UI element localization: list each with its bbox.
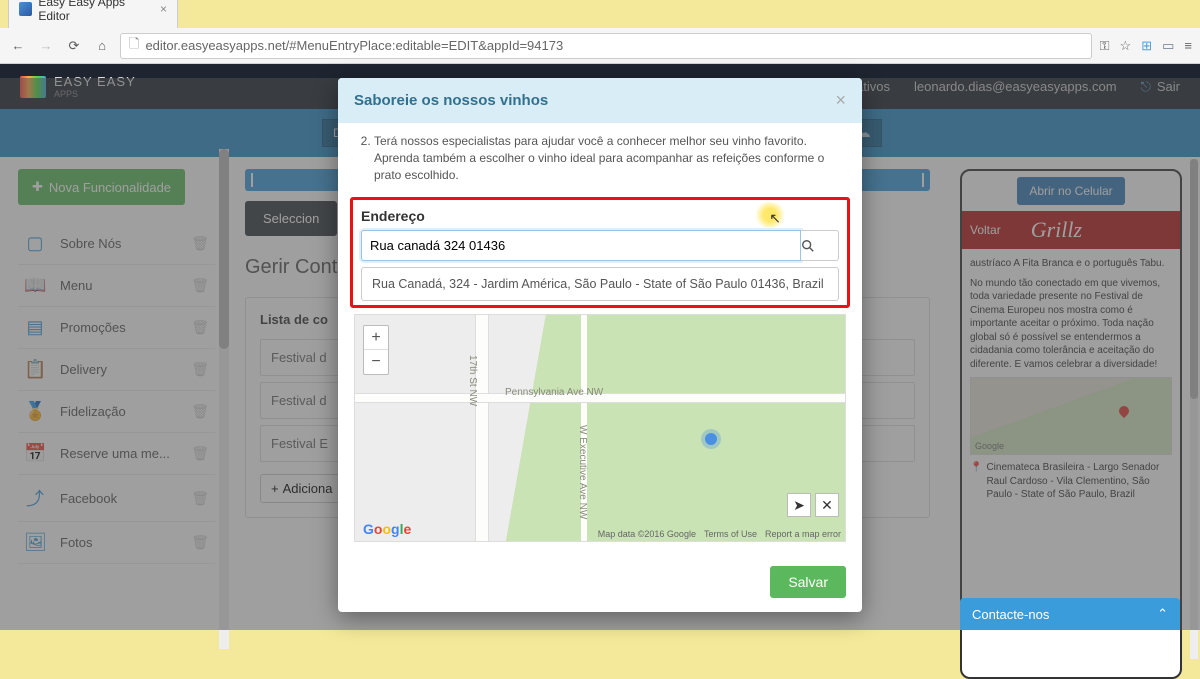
- extension-icon[interactable]: ⊞: [1141, 38, 1152, 54]
- modal: Saboreie os nossos vinhos × Terá nossos …: [338, 78, 862, 612]
- browser-chrome: Easy Easy Apps Editor × ← → ⟳ ⌂ 🗋 editor…: [0, 0, 1200, 64]
- terms-link[interactable]: Terms of Use: [704, 529, 757, 539]
- zoom-controls: + −: [363, 325, 389, 375]
- google-logo: Google: [363, 521, 411, 537]
- contact-label: Contacte-nos: [972, 607, 1049, 622]
- road-label: W Executive Ave NW: [577, 425, 588, 519]
- clear-marker-button[interactable]: ✕: [815, 493, 839, 517]
- reload-button[interactable]: ⟳: [64, 36, 84, 56]
- description-list: Terá nossos especialistas para ajudar vo…: [354, 133, 846, 193]
- tab-title: Easy Easy Apps Editor: [38, 0, 154, 23]
- url-text: editor.easyeasyapps.net/#MenuEntryPlace:…: [145, 38, 563, 53]
- road-label: 17th St NW: [467, 355, 478, 406]
- forward-button: →: [36, 36, 56, 56]
- modal-body: Terá nossos especialistas para ajudar vo…: [338, 123, 862, 556]
- search-button[interactable]: [801, 230, 839, 261]
- address-suggestion[interactable]: Rua Canadá, 324 - Jardim América, São Pa…: [361, 267, 839, 301]
- menu-icon[interactable]: ≡: [1184, 38, 1192, 53]
- locate-button[interactable]: ➤: [787, 493, 811, 517]
- contact-bar[interactable]: Contacte-nos ⌃: [960, 598, 1180, 630]
- back-button[interactable]: ←: [8, 36, 28, 56]
- modal-footer: Salvar: [338, 556, 862, 612]
- favicon-icon: [19, 2, 32, 16]
- report-link[interactable]: Report a map error: [765, 529, 841, 539]
- save-button[interactable]: Salvar: [770, 566, 846, 598]
- map-footer: Map data ©2016 Google Terms of Use Repor…: [598, 529, 841, 539]
- modal-header: Saboreie os nossos vinhos ×: [338, 78, 862, 123]
- description-item: Terá nossos especialistas para ajudar vo…: [374, 133, 840, 183]
- star-icon[interactable]: ☆: [1120, 38, 1132, 54]
- chevron-up-icon: ⌃: [1157, 606, 1168, 622]
- home-button[interactable]: ⌂: [92, 36, 112, 56]
- map-attribution: Map data ©2016 Google: [598, 529, 696, 539]
- map[interactable]: 17th St NW Pennsylvania Ave NW W Executi…: [354, 314, 846, 542]
- extension2-icon[interactable]: ▭: [1162, 38, 1174, 54]
- search-icon: [801, 239, 815, 253]
- close-modal-button[interactable]: ×: [835, 90, 846, 111]
- zoom-in-button[interactable]: +: [364, 326, 388, 350]
- address-highlight: ↖ Endereço Rua Canadá, 324 - Jardim Amér…: [350, 197, 850, 308]
- tab-bar: Easy Easy Apps Editor ×: [0, 0, 1200, 28]
- browser-actions: ⚿ ☆ ⊞ ▭ ≡: [1100, 38, 1192, 54]
- browser-tab[interactable]: Easy Easy Apps Editor ×: [8, 0, 178, 28]
- map-marker-icon: [705, 433, 717, 445]
- page-icon: 🗋: [129, 35, 139, 57]
- road-label: Pennsylvania Ave NW: [505, 387, 603, 398]
- close-tab-icon[interactable]: ×: [160, 2, 167, 16]
- modal-title: Saboreie os nossos vinhos: [354, 92, 548, 109]
- address-input[interactable]: [361, 230, 801, 261]
- nav-bar: ← → ⟳ ⌂ 🗋 editor.easyeasyapps.net/#MenuE…: [0, 28, 1200, 64]
- zoom-out-button[interactable]: −: [364, 350, 388, 374]
- key-icon[interactable]: ⚿: [1100, 38, 1110, 54]
- cursor-icon: ↖: [769, 210, 781, 227]
- url-bar[interactable]: 🗋 editor.easyeasyapps.net/#MenuEntryPlac…: [120, 33, 1092, 59]
